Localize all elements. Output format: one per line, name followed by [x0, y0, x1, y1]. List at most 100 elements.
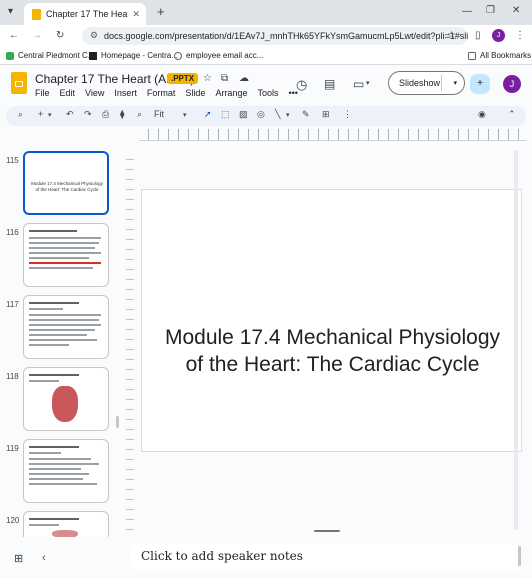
minimize-icon[interactable]: —: [462, 6, 472, 17]
version-history-icon[interactable]: ◷: [296, 77, 307, 93]
add-comment-icon[interactable]: ⊞: [322, 109, 330, 120]
tab-close-icon[interactable]: ✕: [132, 9, 140, 20]
search-menus-icon[interactable]: ⌕: [18, 109, 23, 120]
undo-icon[interactable]: ↶: [66, 109, 74, 120]
notes-resize-handle[interactable]: [314, 530, 340, 532]
star-icon[interactable]: ☆: [203, 73, 212, 84]
zoom-dropdown-icon[interactable]: ▾: [183, 111, 187, 119]
line-icon[interactable]: ╲: [275, 109, 280, 120]
redo-icon[interactable]: ↷: [84, 109, 92, 120]
all-bookmarks[interactable]: All Bookmarks: [468, 51, 531, 60]
slideshow-button[interactable]: Slideshow ▾: [388, 71, 465, 95]
line-dropdown-icon[interactable]: ▾: [286, 111, 290, 119]
browser-tab[interactable]: Chapter 17 The Heart (ABBV) - ✕: [24, 3, 146, 25]
browser-tab-strip: ▾ Chapter 17 The Heart (ABBV) - ✕ + — ❐ …: [0, 0, 532, 25]
move-folder-icon[interactable]: ⧉: [221, 73, 228, 84]
maximize-icon[interactable]: ❐: [486, 5, 495, 16]
forward-icon[interactable]: →: [32, 30, 42, 41]
browser-menu-icon[interactable]: ⋮: [515, 30, 525, 41]
thumbnail-text: [29, 237, 101, 239]
thumbnail-text: [29, 334, 87, 336]
menu-slide[interactable]: Slide: [185, 88, 205, 98]
collapse-filmstrip-icon[interactable]: ‹: [42, 552, 46, 564]
grid-view-icon[interactable]: ⊞: [14, 552, 23, 565]
menu-edit[interactable]: Edit: [60, 88, 76, 98]
menu-insert[interactable]: Insert: [114, 88, 137, 98]
side-panel-icon[interactable]: ▯: [475, 30, 481, 41]
thumbnail-text: [29, 257, 89, 259]
menu-view[interactable]: View: [85, 88, 104, 98]
select-cursor-icon[interactable]: ➚: [204, 109, 212, 120]
vertical-ruler[interactable]: [126, 150, 134, 530]
tab-search-icon[interactable]: ▾: [8, 6, 13, 17]
menu-arrange[interactable]: Arrange: [215, 88, 247, 98]
bookmark-star-icon[interactable]: ☆: [447, 30, 456, 41]
cloud-status-icon[interactable]: ☁: [239, 73, 249, 84]
slide-canvas[interactable]: Module 17.4 Mechanical Physiology of the…: [141, 189, 522, 452]
new-slide-icon[interactable]: +: [38, 109, 43, 119]
slide-title-line: of the Heart: The Cardiac Cycle: [185, 353, 480, 376]
slideshow-dropdown-icon[interactable]: ▾: [453, 79, 457, 87]
bookmark-central-piedmont[interactable]: Central Piedmont C...: [6, 51, 94, 60]
address-row: ← → ↻ ⚙ docs.google.com/presentation/d/1…: [0, 25, 532, 47]
menu-format[interactable]: Format: [147, 88, 176, 98]
image-icon[interactable]: ▨: [239, 109, 248, 120]
zoom-icon[interactable]: ⌕: [137, 109, 142, 120]
new-tab-button[interactable]: +: [157, 4, 165, 19]
filmstrip-resize-handle[interactable]: [116, 416, 119, 428]
slide-thumbnail-118[interactable]: [23, 367, 109, 431]
thumbnail-title: Module 17.4 Mechanical Physiology of the…: [31, 181, 103, 192]
share-add-person-icon[interactable]: +: [470, 74, 490, 94]
slide-thumbnail-119[interactable]: [23, 439, 109, 503]
thumbnail-text: [29, 344, 69, 346]
record-icon[interactable]: ◉: [478, 109, 486, 120]
profile-avatar[interactable]: J: [492, 29, 505, 42]
slide-thumbnail-120[interactable]: [23, 511, 109, 537]
thumbnail-text: [29, 473, 89, 475]
back-icon[interactable]: ←: [9, 30, 19, 41]
more-options-icon[interactable]: ⋮: [343, 109, 352, 120]
slide-number: 118: [6, 372, 19, 381]
bookmark-label: Central Piedmont C...: [18, 51, 95, 60]
site-info-icon[interactable]: ⚙: [90, 30, 98, 41]
slide-thumbnail-115[interactable]: Module 17.4 Mechanical Physiology of the…: [23, 151, 109, 215]
speaker-notes-field[interactable]: Click to add speaker notes: [131, 543, 518, 571]
menu-file[interactable]: File: [35, 88, 50, 98]
collapse-toolbar-icon[interactable]: ⌃: [508, 109, 516, 120]
horizontal-ruler[interactable]: [139, 129, 526, 141]
paint-format-icon[interactable]: ⧫: [120, 109, 124, 120]
thumbnail-text: [29, 319, 99, 321]
notes-scrollbar[interactable]: [518, 546, 521, 566]
shape-icon[interactable]: ◎: [257, 109, 265, 120]
heart-illustration-icon: [52, 530, 78, 537]
meet-dropdown-icon[interactable]: ▾: [366, 79, 370, 87]
slide-title-textbox[interactable]: Module 17.4 Mechanical Physiology of the…: [152, 324, 513, 378]
editor-scrollbar[interactable]: [514, 150, 518, 530]
menu-tools[interactable]: Tools: [257, 88, 278, 98]
zoom-select[interactable]: Fit: [154, 109, 164, 119]
url-bar[interactable]: ⚙ docs.google.com/presentation/d/1EAv7J_…: [82, 27, 468, 45]
filmstrip-bottom-bar: ⊞ ‹: [0, 543, 121, 578]
slide-title-line: Module 17.4 Mechanical Physiology: [164, 326, 501, 349]
new-slide-dropdown-icon[interactable]: ▾: [48, 111, 52, 119]
globe-icon: [174, 51, 182, 60]
bookmark-label: Homepage - Centra...: [101, 51, 178, 60]
slide-thumbnail-116[interactable]: [23, 223, 109, 287]
comments-icon[interactable]: ▤: [324, 77, 335, 91]
bookmark-employee-email[interactable]: employee email acc...: [174, 51, 263, 60]
bookmark-favicon-icon: [89, 51, 97, 60]
bookmark-homepage[interactable]: Homepage - Centra...: [89, 51, 178, 60]
thumbnail-heading: [29, 446, 79, 448]
select-frame-icon[interactable]: ⬚: [221, 109, 230, 120]
slides-logo-icon[interactable]: [11, 72, 27, 94]
meet-icon[interactable]: ▭: [353, 77, 364, 91]
print-icon[interactable]: ⎙: [102, 109, 109, 120]
thumbnail-heading: [29, 518, 79, 520]
slide-thumbnail-117[interactable]: [23, 295, 109, 359]
heart-illustration-icon: [52, 386, 78, 422]
window-close-icon[interactable]: ✕: [512, 5, 520, 16]
reload-icon[interactable]: ↻: [56, 30, 64, 41]
account-avatar[interactable]: J: [503, 75, 521, 93]
text-color-icon[interactable]: ✎: [302, 109, 310, 120]
thumbnail-text: [29, 314, 101, 316]
